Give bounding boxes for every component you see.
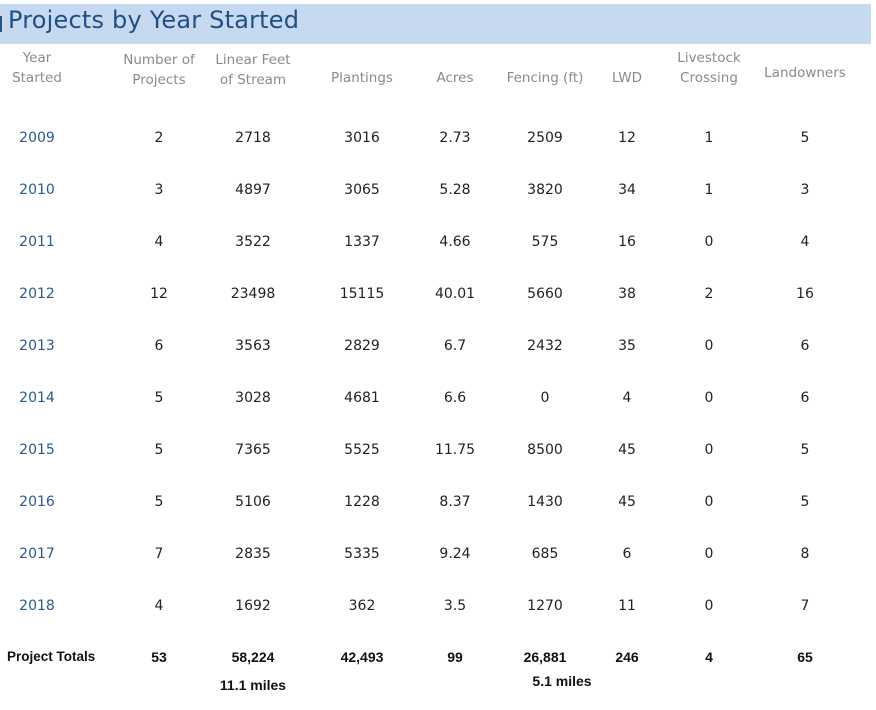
table-cell-livestock-crossing: 0 bbox=[704, 442, 714, 458]
table-cell-linear-feet-of-stream: 3028 bbox=[235, 390, 271, 406]
total-landowners: 65 bbox=[797, 649, 813, 665]
table-cell-livestock-crossing: 0 bbox=[704, 546, 714, 562]
totals-label: Project Totals bbox=[7, 649, 96, 664]
table-cell-landowners: 5 bbox=[800, 442, 810, 458]
table-cell-landowners: 7 bbox=[800, 598, 810, 614]
year-cell: 2017 bbox=[19, 546, 55, 562]
title-edge-mark bbox=[0, 16, 2, 32]
year-cell: 2013 bbox=[19, 338, 55, 354]
table-cell-linear-feet-of-stream: 5106 bbox=[235, 494, 271, 510]
year-cell: 2018 bbox=[19, 598, 55, 614]
table-cell-livestock-crossing: 0 bbox=[704, 338, 714, 354]
table-cell-linear-feet-of-stream: 3522 bbox=[235, 234, 271, 250]
table-cell-landowners: 8 bbox=[800, 546, 810, 562]
year-cell: 2012 bbox=[19, 286, 55, 302]
year-cell: 2010 bbox=[19, 182, 55, 198]
linear-feet-miles-note: 11.1 miles bbox=[219, 677, 287, 693]
table-cell-landowners: 3 bbox=[800, 182, 810, 198]
table-cell-livestock-crossing: 0 bbox=[704, 598, 714, 614]
table-cell-livestock-crossing: 1 bbox=[704, 182, 714, 198]
column-header-linear-feet-of-stream: Linear Feet of Stream bbox=[198, 50, 308, 90]
table-cell-livestock-crossing: 2 bbox=[704, 286, 714, 302]
table-cell-landowners: 6 bbox=[800, 338, 810, 354]
table-cell-livestock-crossing: 0 bbox=[704, 494, 714, 510]
column-header-livestock-crossing: Livestock Crossing bbox=[654, 48, 764, 88]
table-cell-landowners: 5 bbox=[800, 130, 810, 146]
column-header-line: Crossing bbox=[680, 70, 738, 86]
table-cell-landowners: 16 bbox=[796, 286, 814, 302]
year-cell: 2014 bbox=[19, 390, 55, 406]
year-cell: 2011 bbox=[19, 234, 55, 250]
column-header-line: Livestock bbox=[677, 50, 741, 66]
year-cell: 2015 bbox=[19, 442, 55, 458]
year-cell: 2016 bbox=[19, 494, 55, 510]
total-livestock-crossing: 4 bbox=[705, 649, 713, 665]
table-cell-landowners: 6 bbox=[800, 390, 810, 406]
table-cell-livestock-crossing: 1 bbox=[704, 130, 714, 146]
column-header-line: Linear Feet bbox=[215, 52, 291, 68]
table-cell-linear-feet-of-stream: 3563 bbox=[235, 338, 271, 354]
table-cell-linear-feet-of-stream: 1692 bbox=[235, 598, 271, 614]
column-header-line: Started bbox=[12, 70, 62, 86]
table-cell-landowners: 4 bbox=[800, 234, 810, 250]
table-cell-livestock-crossing: 0 bbox=[704, 234, 714, 250]
table-cell-linear-feet-of-stream: 4897 bbox=[235, 182, 271, 198]
year-cell: 2009 bbox=[19, 130, 55, 146]
fencing-miles-note: 5.1 miles bbox=[532, 673, 592, 689]
total-linear-feet-of-stream: 58,224 bbox=[231, 649, 275, 665]
column-header-line: of Stream bbox=[219, 72, 287, 88]
table-cell-linear-feet-of-stream: 2835 bbox=[235, 546, 271, 562]
column-header-line: Year bbox=[22, 50, 52, 66]
column-header-year-started: Year Started bbox=[0, 48, 92, 88]
table-cell-linear-feet-of-stream: 23498 bbox=[230, 286, 276, 302]
table-cell-livestock-crossing: 0 bbox=[704, 390, 714, 406]
column-header-landowners: Landowners bbox=[750, 63, 860, 83]
table-cell-linear-feet-of-stream: 2718 bbox=[235, 130, 271, 146]
page-title: Projects by Year Started bbox=[8, 6, 300, 34]
table-cell-linear-feet-of-stream: 7365 bbox=[235, 442, 271, 458]
table-cell-landowners: 5 bbox=[800, 494, 810, 510]
column-header-line: Landowners bbox=[764, 65, 846, 81]
